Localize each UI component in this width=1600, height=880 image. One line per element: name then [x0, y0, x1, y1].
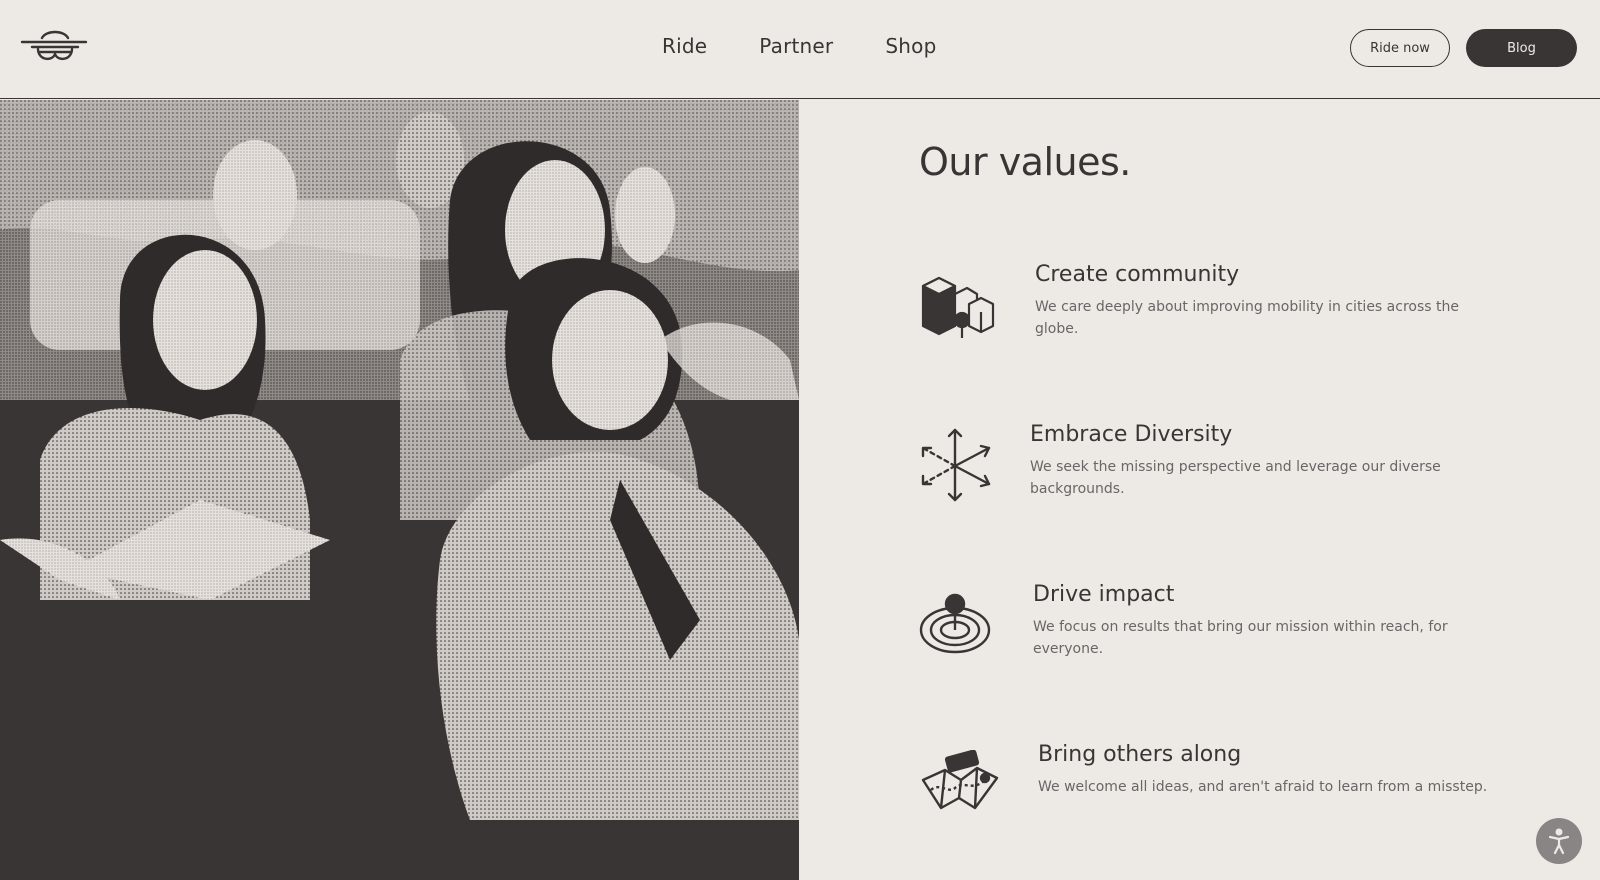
nav-partner[interactable]: Partner: [759, 34, 833, 58]
ride-now-button[interactable]: Ride now: [1350, 29, 1450, 67]
buildings-location-pin-icon: [919, 270, 1001, 352]
nav-ride[interactable]: Ride: [662, 34, 707, 58]
value-description: We focus on results that bring our missi…: [1033, 619, 1448, 657]
blog-button[interactable]: Blog: [1466, 29, 1577, 67]
value-description: We care deeply about improving mobility …: [1035, 299, 1459, 337]
map-route-icon: [919, 749, 1001, 832]
target-pin-icon: [919, 588, 1001, 670]
value-title: Embrace Diversity: [1030, 422, 1233, 447]
bird-wings-logo-icon[interactable]: [20, 26, 90, 68]
value-title: Create community: [1035, 262, 1240, 287]
value-title: Bring others along: [1038, 742, 1242, 767]
main-nav: Ride Partner Shop: [662, 34, 936, 58]
values-heading: Our values.: [919, 140, 1131, 184]
people-group-photo: [0, 100, 799, 880]
value-description: We seek the missing perspective and leve…: [1030, 459, 1441, 497]
site-header: Ride Partner Shop Ride now Blog: [0, 0, 1600, 99]
value-description: We welcome all ideas, and aren't afraid …: [1038, 779, 1488, 795]
nav-shop[interactable]: Shop: [885, 34, 936, 58]
arrows-outward-icon: [919, 426, 1001, 508]
accessibility-person-icon[interactable]: [1536, 818, 1582, 864]
value-title: Drive impact: [1033, 582, 1175, 607]
